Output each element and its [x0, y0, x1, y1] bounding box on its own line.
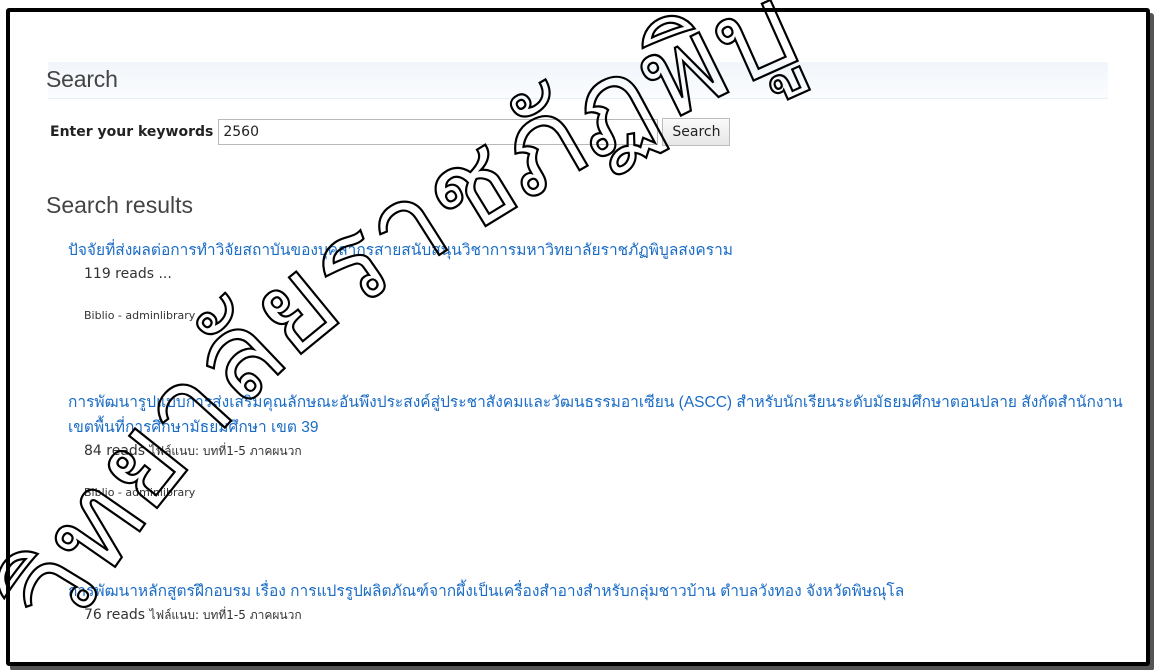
page-content: Search Enter your keywords Search Search…: [10, 12, 1146, 662]
result-reads: 76 reads: [84, 607, 146, 623]
keyword-input[interactable]: [218, 119, 659, 145]
result-meta: 84 reads ไฟล์แนบ: บทที่1-5 ภาคผนวก: [84, 440, 1128, 462]
result-attachments[interactable]: ไฟล์แนบ: บทที่1-5 ภาคผนวก: [150, 444, 302, 458]
result-attachments[interactable]: ไฟล์แนบ: บทที่1-5 ภาคผนวก: [150, 608, 302, 622]
result-title-link[interactable]: การพัฒนาหลักสูตรฝึกอบรม เรื่อง การแปรรูป…: [68, 579, 1128, 604]
result-item: การพัฒนาหลักสูตรฝึกอบรม เรื่อง การแปรรูป…: [68, 579, 1128, 626]
result-meta: 119 reads ...: [84, 263, 1128, 285]
search-form: Enter your keywords Search: [50, 117, 731, 147]
search-button[interactable]: Search: [662, 118, 731, 146]
result-reads: 119 reads ...: [84, 266, 172, 282]
keyword-label: Enter your keywords: [50, 124, 214, 140]
result-biblio: Biblio - adminlibrary: [84, 309, 196, 322]
result-reads: 84 reads: [84, 443, 146, 459]
result-title-link[interactable]: ปัจจัยที่ส่งผลต่อการทำวิจัยสถาบันของบุคล…: [68, 238, 1128, 263]
result-biblio: Biblio - adminlibrary: [84, 486, 196, 499]
screenshot-frame: Search Enter your keywords Search Search…: [6, 8, 1150, 666]
results-heading: Search results: [46, 192, 194, 218]
result-item: การพัฒนารูปแบบการส่งเสริมคุณลักษณะอันพึง…: [68, 390, 1128, 499]
search-heading: Search: [46, 66, 118, 92]
result-title-link[interactable]: การพัฒนารูปแบบการส่งเสริมคุณลักษณะอันพึง…: [68, 390, 1128, 440]
result-item: ปัจจัยที่ส่งผลต่อการทำวิจัยสถาบันของบุคล…: [68, 238, 1128, 322]
search-header-bar: [48, 62, 1108, 99]
result-meta: 76 reads ไฟล์แนบ: บทที่1-5 ภาคผนวก: [84, 604, 1128, 626]
